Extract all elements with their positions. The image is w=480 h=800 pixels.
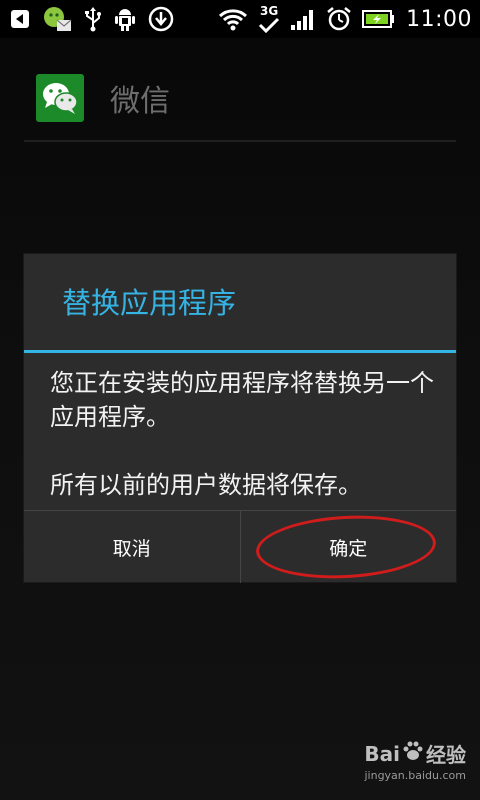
watermark-brand: Bai (364, 741, 400, 766)
app-name: 微信 (110, 84, 170, 119)
wechat-notification-icon (42, 6, 72, 32)
wechat-app-icon (36, 74, 84, 122)
watermark-logo: Bai 经验 (364, 739, 466, 768)
status-bar-time: 11:00 (406, 6, 472, 32)
header-divider (24, 140, 456, 142)
installer-header: 微信 (24, 60, 456, 136)
usb-icon (84, 6, 102, 32)
network-type-label: 3G (259, 4, 279, 18)
watermark-brand-suffix: 经验 (426, 743, 466, 767)
replace-app-dialog: 替换应用程序 您正在安装的应用程序将替换另一个应用程序。 所有以前的用户数据将保… (24, 254, 456, 583)
baidu-jingyan-watermark: Bai 经验 jingyan.baidu.com (364, 739, 466, 782)
signal-icon (290, 7, 316, 31)
wifi-icon (218, 7, 248, 31)
dialog-title: 替换应用程序 (62, 286, 237, 320)
cancel-button[interactable]: 取消 (24, 511, 240, 583)
3g-icon: 3G (258, 5, 280, 33)
dialog-message: 您正在安装的应用程序将替换另一个应用程序。 所有以前的用户数据将保存。 (50, 369, 434, 499)
back-arrow-icon (10, 9, 30, 29)
watermark-url: jingyan.baidu.com (364, 769, 466, 782)
download-icon (148, 6, 174, 32)
alarm-icon (326, 6, 352, 32)
battery-charging-icon (362, 9, 396, 29)
screen: 3G 11:00 微信 替换应用程序 您正在安装的应用程序将替换另一个应用程序。… (0, 0, 480, 800)
status-bar: 3G 11:00 (0, 0, 480, 38)
status-bar-system: 3G 11:00 (218, 5, 472, 33)
status-bar-notifications (10, 6, 174, 32)
paw-icon (402, 740, 424, 767)
android-debug-icon (114, 6, 136, 32)
dialog-title-divider (24, 350, 456, 353)
